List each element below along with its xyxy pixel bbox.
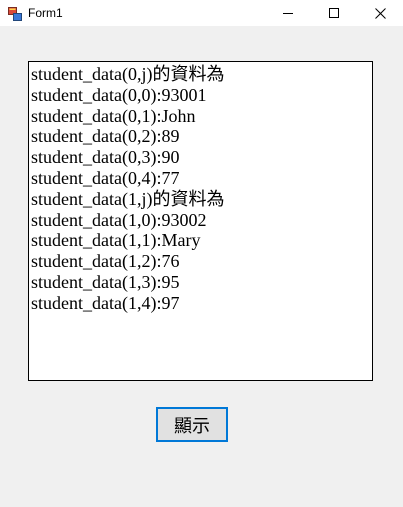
list-item[interactable]: student_data(0,j)的資料為 [31,64,372,85]
minimize-icon [283,13,293,14]
app-icon [8,6,22,21]
window-title: Form1 [28,6,63,20]
maximize-icon [329,8,339,18]
list-item[interactable]: student_data(1,j)的資料為 [31,189,372,210]
title-bar[interactable]: Form1 [0,0,403,26]
list-item[interactable]: student_data(1,4):97 [31,293,372,314]
list-item[interactable]: student_data(1,1):Mary [31,230,372,251]
list-item[interactable]: student_data(0,1):John [31,106,372,127]
close-button[interactable] [357,0,403,26]
minimize-button[interactable] [265,0,311,26]
close-icon [374,7,386,19]
list-item[interactable]: student_data(1,3):95 [31,272,372,293]
list-item[interactable]: student_data(1,2):76 [31,251,372,272]
list-item[interactable]: student_data(0,0):93001 [31,85,372,106]
list-item[interactable]: student_data(0,2):89 [31,126,372,147]
list-item[interactable]: student_data(0,4):77 [31,168,372,189]
listbox-items: student_data(0,j)的資料為 student_data(0,0):… [29,62,372,314]
maximize-button[interactable] [311,0,357,26]
show-button[interactable]: 顯示 [156,407,228,442]
student-data-listbox[interactable]: student_data(0,j)的資料為 student_data(0,0):… [28,61,373,381]
list-item[interactable]: student_data(0,3):90 [31,147,372,168]
list-item[interactable]: student_data(1,0):93002 [31,210,372,231]
